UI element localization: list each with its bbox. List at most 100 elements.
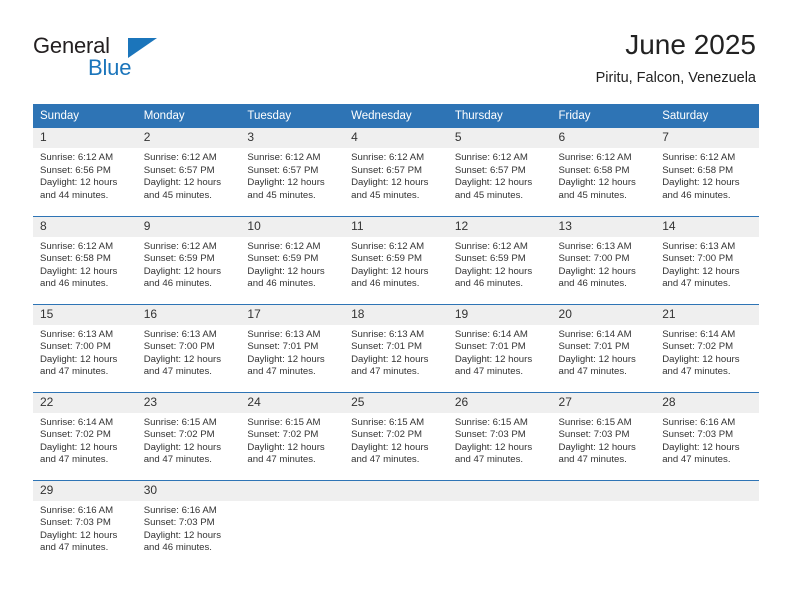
calendar-day-cell[interactable]: 20 Sunrise: 6:14 AM Sunset: 7:01 PM Dayligh… xyxy=(551,303,656,392)
day-detail-daylight-line2: and 45 minutes. xyxy=(247,189,316,201)
calendar-day-cell[interactable]: 14 Sunrise: 6:13 AM Sunset: 7:00 PM Dayligh… xyxy=(655,215,759,304)
calendar-day-cell[interactable]: 1 Sunrise: 6:12 AM Sunset: 6:56 PM Daylight… xyxy=(33,128,137,216)
calendar-day-cell[interactable]: 4 Sunrise: 6:12 AM Sunset: 6:57 PM Daylight… xyxy=(344,128,448,216)
calendar-week-row: 22 Sunrise: 6:14 AM Sunset: 7:02 PM Dayligh… xyxy=(33,391,759,480)
calendar-day-cell[interactable]: 22 Sunrise: 6:14 AM Sunset: 7:02 PM Dayligh… xyxy=(33,391,137,480)
day-detail-daylight-line2: and 46 minutes. xyxy=(454,278,524,290)
day-detail-daylight-line1: Daylight: 12 hours xyxy=(558,177,636,189)
day-detail-sunrise: Sunrise: 6:15 AM xyxy=(351,416,425,428)
day-detail-sunrise: Sunrise: 6:15 AM xyxy=(247,416,321,428)
day-detail-daylight-line2: and 45 minutes. xyxy=(454,189,524,201)
calendar-day-cell[interactable]: 24 Sunrise: 6:15 AM Sunset: 7:02 PM Dayligh… xyxy=(240,391,345,480)
calendar-day-cell-inner: 13 Sunrise: 6:13 AM Sunset: 7:00 PM Dayligh… xyxy=(551,216,656,304)
day-detail-sunset: Sunset: 6:57 PM xyxy=(143,164,215,176)
calendar-day-cell[interactable]: 19 Sunrise: 6:14 AM Sunset: 7:01 PM Dayligh… xyxy=(447,303,552,392)
day-number: 8 xyxy=(33,216,137,237)
day-detail-sunset: Sunset: 7:03 PM xyxy=(454,429,526,441)
calendar-day-cell[interactable]: 28 Sunrise: 6:16 AM Sunset: 7:03 PM Dayligh… xyxy=(655,391,759,480)
day-detail-daylight-line1: Daylight: 12 hours xyxy=(558,353,636,365)
day-detail-daylight-line1: Daylight: 12 hours xyxy=(247,177,325,189)
day-details: Sunrise: 6:16 AM Sunset: 7:03 PM Daylight:… xyxy=(144,501,234,555)
day-detail-sunrise: Sunrise: 6:13 AM xyxy=(247,328,321,340)
calendar-day-cell[interactable]: 30 Sunrise: 6:16 AM Sunset: 7:03 PM Dayligh… xyxy=(136,479,241,568)
day-detail-daylight-line2: and 47 minutes. xyxy=(558,366,627,378)
calendar-day-cell[interactable]: 9 Sunrise: 6:12 AM Sunset: 6:59 PM Daylight… xyxy=(136,215,241,304)
calendar-day-cell-inner: 11 Sunrise: 6:12 AM Sunset: 6:59 PM Dayligh… xyxy=(344,216,448,304)
calendar-day-cell[interactable]: 13 Sunrise: 6:13 AM Sunset: 7:00 PM Dayligh… xyxy=(551,215,656,304)
day-number: 11 xyxy=(344,216,448,237)
calendar-day-cell-empty xyxy=(240,479,345,569)
day-detail-daylight-line2: and 47 minutes. xyxy=(40,542,109,554)
day-detail-daylight-line2: and 46 minutes. xyxy=(143,278,212,290)
day-detail-daylight-line2: and 47 minutes. xyxy=(662,278,731,290)
day-detail-daylight-line2: and 47 minutes. xyxy=(454,366,524,378)
calendar-day-cell-inner: 23 Sunrise: 6:15 AM Sunset: 7:02 PM Dayligh… xyxy=(136,392,241,480)
day-detail-sunrise: Sunrise: 6:14 AM xyxy=(40,416,114,428)
day-detail-sunrise: Sunrise: 6:12 AM xyxy=(247,152,321,163)
calendar-day-cell[interactable]: 10 Sunrise: 6:12 AM Sunset: 6:59 PM Dayligh… xyxy=(240,215,345,304)
day-detail-sunset: Sunset: 6:59 PM xyxy=(351,253,423,265)
calendar-day-cell[interactable]: 15 Sunrise: 6:13 AM Sunset: 7:00 PM Dayligh… xyxy=(33,303,137,392)
day-number: 18 xyxy=(344,304,448,325)
calendar-day-cell[interactable]: 6 Sunrise: 6:12 AM Sunset: 6:58 PM Daylight… xyxy=(551,128,656,216)
day-number: 25 xyxy=(344,392,448,413)
calendar-day-cell[interactable]: 25 Sunrise: 6:15 AM Sunset: 7:02 PM Dayligh… xyxy=(344,391,448,480)
day-detail-sunrise: Sunrise: 6:12 AM xyxy=(351,240,425,252)
calendar-day-cell[interactable]: 5 Sunrise: 6:12 AM Sunset: 6:57 PM Daylight… xyxy=(447,128,552,216)
calendar-day-cell[interactable]: 16 Sunrise: 6:13 AM Sunset: 7:00 PM Dayligh… xyxy=(136,303,241,392)
calendar-day-cell[interactable]: 23 Sunrise: 6:15 AM Sunset: 7:02 PM Dayligh… xyxy=(136,391,241,480)
weekday-header-thursday: Thursday xyxy=(447,104,552,128)
calendar-day-cell-inner: 3 Sunrise: 6:12 AM Sunset: 6:57 PM Daylight… xyxy=(240,128,345,216)
calendar-day-cell[interactable]: 7 Sunrise: 6:12 AM Sunset: 6:58 PM Daylight… xyxy=(655,128,759,216)
day-details: Sunrise: 6:15 AM Sunset: 7:03 PM Daylight:… xyxy=(559,413,649,467)
day-detail-sunrise: Sunrise: 6:14 AM xyxy=(558,328,632,340)
calendar-day-cell-inner xyxy=(240,480,345,569)
day-number xyxy=(447,480,552,501)
calendar-day-cell[interactable]: 12 Sunrise: 6:12 AM Sunset: 6:59 PM Dayligh… xyxy=(447,215,552,304)
day-details: Sunrise: 6:12 AM Sunset: 6:59 PM Daylight:… xyxy=(144,237,234,291)
calendar-day-cell-inner: 22 Sunrise: 6:14 AM Sunset: 7:02 PM Dayligh… xyxy=(33,392,137,480)
calendar-day-cell[interactable]: 21 Sunrise: 6:14 AM Sunset: 7:02 PM Dayligh… xyxy=(655,303,759,392)
day-details: Sunrise: 6:12 AM Sunset: 6:58 PM Daylight:… xyxy=(662,148,752,202)
weekday-header-monday: Monday xyxy=(136,104,241,128)
day-detail-sunset: Sunset: 6:56 PM xyxy=(40,164,111,176)
calendar-day-cell[interactable]: 18 Sunrise: 6:13 AM Sunset: 7:01 PM Dayligh… xyxy=(344,303,448,392)
day-details: Sunrise: 6:13 AM Sunset: 7:01 PM Daylight:… xyxy=(351,325,441,379)
day-number xyxy=(344,480,448,501)
calendar-day-cell[interactable]: 29 Sunrise: 6:16 AM Sunset: 7:03 PM Dayligh… xyxy=(33,479,137,568)
day-number xyxy=(240,480,345,501)
calendar-day-cell[interactable]: 2 Sunrise: 6:12 AM Sunset: 6:57 PM Daylight… xyxy=(136,128,241,216)
day-detail-sunrise: Sunrise: 6:13 AM xyxy=(40,328,114,340)
day-detail-sunrise: Sunrise: 6:15 AM xyxy=(143,416,217,428)
calendar-day-cell[interactable]: 17 Sunrise: 6:13 AM Sunset: 7:01 PM Dayligh… xyxy=(240,303,345,392)
day-number: 20 xyxy=(551,304,656,325)
day-detail-sunset: Sunset: 6:57 PM xyxy=(351,164,423,176)
page-title: June 2025 xyxy=(625,29,756,60)
day-detail-daylight-line1: Daylight: 12 hours xyxy=(454,265,533,277)
calendar-day-cell-inner: 19 Sunrise: 6:14 AM Sunset: 7:01 PM Dayligh… xyxy=(447,304,552,392)
calendar-day-cell[interactable]: 26 Sunrise: 6:15 AM Sunset: 7:03 PM Dayligh… xyxy=(447,391,552,480)
day-number: 29 xyxy=(33,480,137,501)
day-detail-sunset: Sunset: 7:00 PM xyxy=(662,253,734,265)
calendar-day-cell[interactable]: 11 Sunrise: 6:12 AM Sunset: 6:59 PM Dayligh… xyxy=(344,215,448,304)
general-blue-logo[interactable]: General Blue xyxy=(33,33,233,83)
day-details: Sunrise: 6:12 AM Sunset: 6:57 PM Daylight:… xyxy=(247,148,337,202)
day-number: 15 xyxy=(33,304,137,325)
page-header: General Blue June 2025 Piritu, Falcon, V… xyxy=(0,0,792,100)
day-details: Sunrise: 6:14 AM Sunset: 7:01 PM Daylight:… xyxy=(559,325,649,379)
day-detail-daylight-line2: and 47 minutes. xyxy=(662,454,731,466)
calendar-day-cell-inner: 9 Sunrise: 6:12 AM Sunset: 6:59 PM Daylight… xyxy=(136,216,241,304)
day-number: 26 xyxy=(447,392,552,413)
day-detail-daylight-line1: Daylight: 12 hours xyxy=(558,441,636,453)
day-detail-sunset: Sunset: 6:59 PM xyxy=(143,253,215,265)
day-detail-daylight-line2: and 46 minutes. xyxy=(662,189,731,201)
day-number: 28 xyxy=(655,392,759,413)
calendar-day-cell[interactable]: 8 Sunrise: 6:12 AM Sunset: 6:58 PM Daylight… xyxy=(33,215,137,304)
day-detail-sunset: Sunset: 6:59 PM xyxy=(454,253,526,265)
calendar-day-cell[interactable]: 3 Sunrise: 6:12 AM Sunset: 6:57 PM Daylight… xyxy=(240,128,345,216)
day-detail-sunset: Sunset: 7:03 PM xyxy=(558,429,630,441)
day-detail-sunset: Sunset: 7:02 PM xyxy=(662,341,734,353)
calendar-day-cell-inner: 5 Sunrise: 6:12 AM Sunset: 6:57 PM Daylight… xyxy=(447,128,552,216)
calendar-day-cell[interactable]: 27 Sunrise: 6:15 AM Sunset: 7:03 PM Dayligh… xyxy=(551,391,656,480)
day-detail-daylight-line2: and 47 minutes. xyxy=(40,366,109,378)
